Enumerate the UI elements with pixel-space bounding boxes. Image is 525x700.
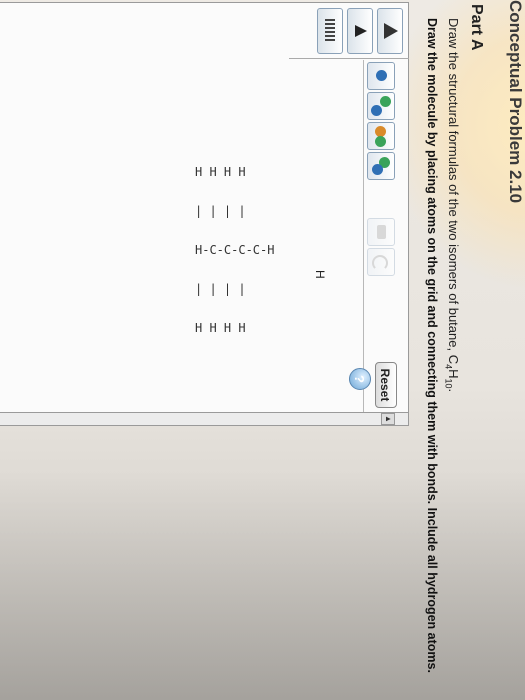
molecule-line: | | | |	[195, 282, 246, 296]
instruction-line-2: Draw the molecule by placing atoms on th…	[425, 18, 439, 673]
canvas-atom-label: H	[313, 270, 327, 279]
screen-shade	[0, 470, 525, 700]
reset-button[interactable]: Reset	[375, 362, 397, 408]
instruction-text: Draw the structural formulas of the two …	[446, 18, 461, 355]
eraser-tool-button[interactable]	[367, 218, 395, 246]
pointer-icon	[355, 25, 367, 37]
stage: Conceptual Problem 2.10 Part A Draw the …	[0, 0, 525, 700]
help-button[interactable]: ?	[349, 368, 371, 390]
left-tool-panel	[289, 2, 409, 59]
single-bond-tool-button[interactable]	[367, 62, 395, 90]
atom-blue-small-icon	[371, 105, 382, 116]
page-header: Conceptual Problem 2.10	[506, 0, 525, 204]
undo-icon	[372, 255, 388, 271]
atom-blue-ring-icon	[372, 164, 383, 175]
molecule-line: | | | |	[195, 204, 246, 218]
double-bond-tool-button[interactable]	[367, 92, 395, 120]
bond-palette-button[interactable]	[317, 8, 343, 54]
vertical-scrollbar[interactable]	[0, 412, 409, 426]
select-tool-button[interactable]	[377, 8, 403, 54]
part-label: Part A	[468, 4, 485, 51]
select-arrow-icon	[384, 23, 398, 39]
molecule-line: H H H H	[195, 321, 246, 335]
atom-green-icon	[380, 96, 391, 107]
atom-blue-icon	[376, 70, 387, 81]
atom-green-small-icon	[375, 136, 386, 147]
instruction-line-1: Draw the structural formulas of the two …	[443, 18, 461, 392]
butane-structure: H H H H | | | | H-C-C-C-C-H | | | | H H …	[195, 140, 274, 361]
pointer-tool-button[interactable]	[347, 8, 373, 54]
scroll-up-arrow[interactable]: ▲	[381, 413, 395, 425]
ring-tool-button[interactable]	[367, 152, 395, 180]
triple-bond-tool-button[interactable]	[367, 122, 395, 150]
bond-lines-icon	[325, 19, 335, 43]
formula-h-sub: 10	[443, 378, 454, 389]
undo-tool-button[interactable]	[367, 248, 395, 276]
formula-end: .	[446, 388, 461, 393]
molecule-line: H H H H	[195, 165, 246, 179]
formula-h: H	[446, 369, 461, 379]
formula-c: C	[446, 354, 461, 365]
molecule-line: H-C-C-C-C-H	[195, 243, 275, 257]
eraser-icon	[377, 225, 386, 239]
